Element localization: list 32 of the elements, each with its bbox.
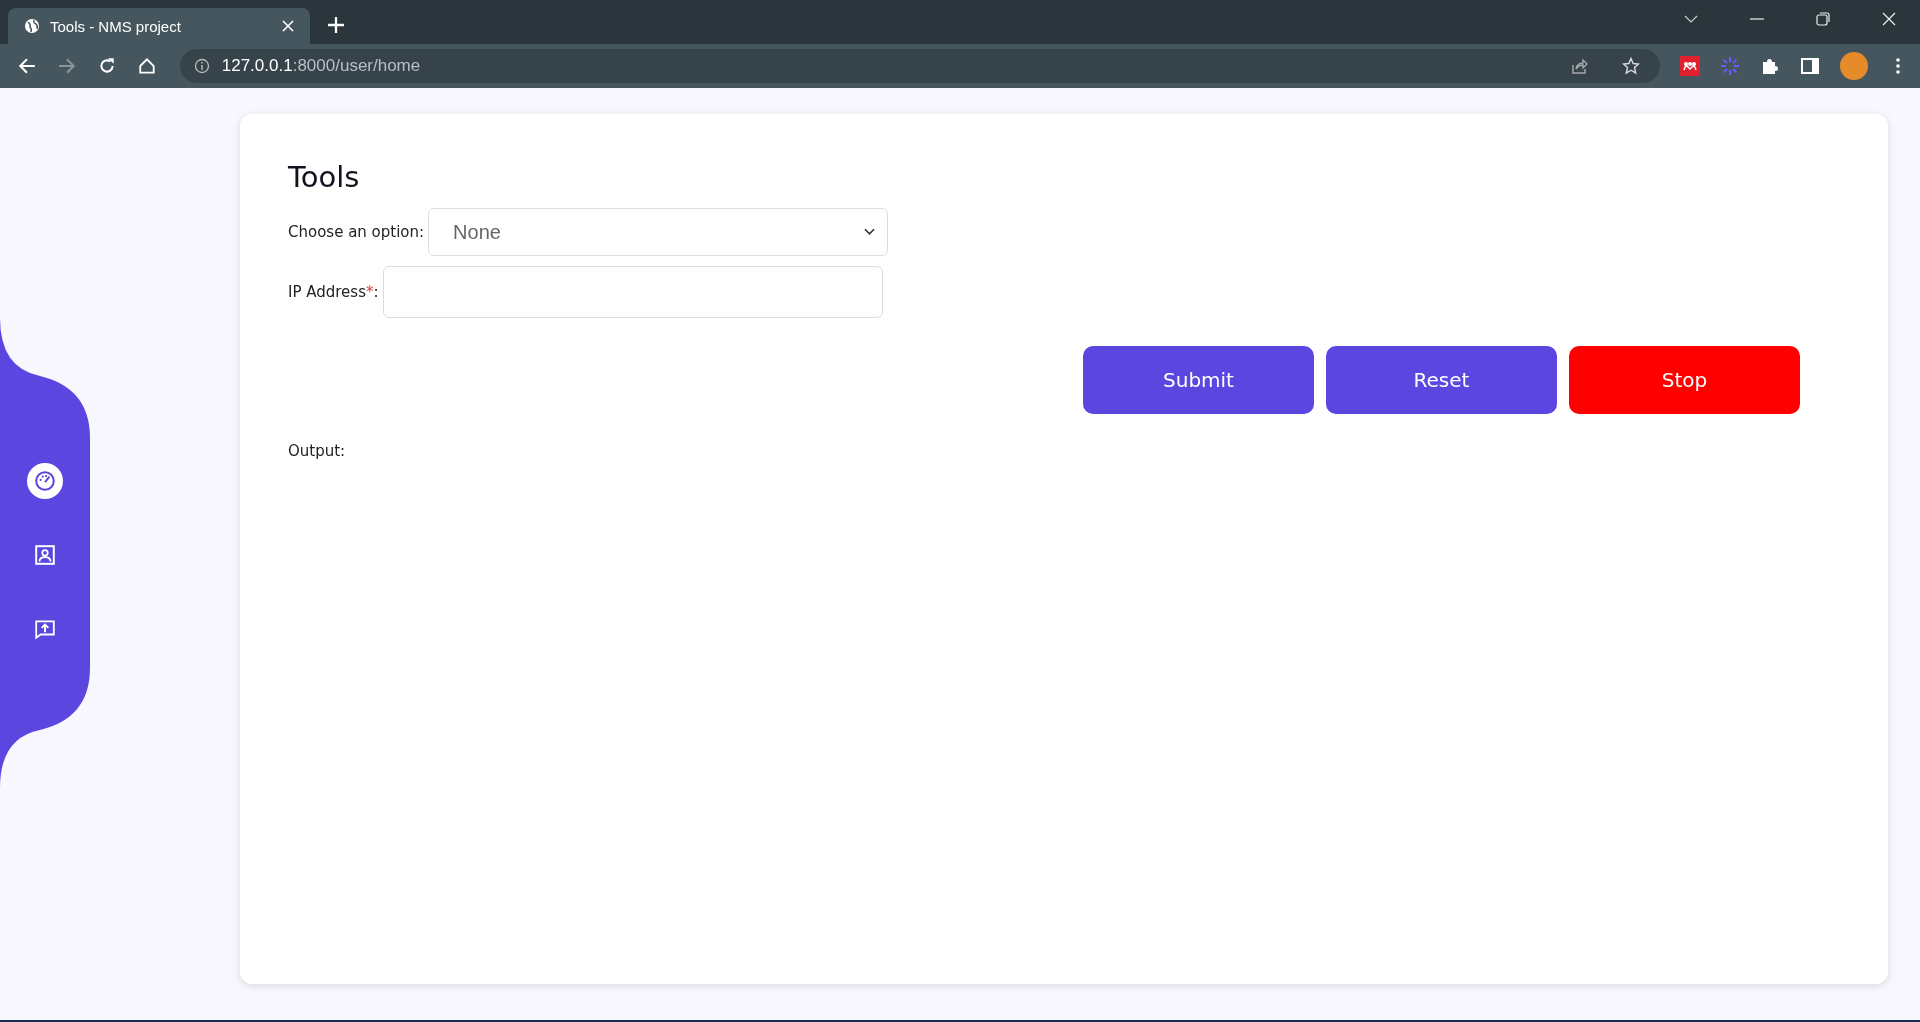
option-dropdown[interactable]: None — [428, 208, 889, 256]
tab-title: Tools - NMS project — [50, 17, 182, 35]
close-icon[interactable] — [1882, 12, 1896, 26]
option-label: Choose an option: — [288, 223, 425, 241]
person-card-icon — [34, 544, 56, 566]
back-icon[interactable] — [18, 57, 36, 75]
share-icon[interactable] — [1570, 57, 1589, 75]
star-icon[interactable] — [1622, 57, 1641, 75]
avatar[interactable] — [1840, 52, 1869, 80]
puzzle-icon[interactable] — [1760, 56, 1781, 76]
page-title: Tools — [288, 160, 361, 194]
output-label: Output: — [288, 442, 347, 460]
side-panel-icon[interactable] — [1800, 56, 1821, 76]
extension-icon[interactable] — [1680, 56, 1701, 76]
url-text: 127.0.0.1:8000/user/home — [221, 56, 421, 76]
new-tab-icon[interactable] — [328, 17, 344, 33]
action-button[interactable]: Submit — [1083, 346, 1314, 414]
globe-icon — [24, 18, 40, 34]
action-button[interactable]: Stop — [1569, 346, 1800, 414]
upload-message-icon — [34, 618, 56, 640]
action-button[interactable]: Reset — [1326, 346, 1557, 414]
restore-icon[interactable] — [1816, 12, 1830, 26]
ip-address-field[interactable] — [382, 266, 883, 318]
gauge-icon — [34, 470, 56, 492]
chevron-down-icon — [864, 228, 876, 236]
reload-icon[interactable] — [97, 57, 116, 75]
home-icon[interactable] — [137, 57, 156, 75]
ip-address-label: IP Address*: — [288, 283, 379, 301]
info-icon[interactable] — [193, 58, 210, 74]
address-bar[interactable]: 127.0.0.1:8000/user/home — [179, 49, 1661, 83]
forward-icon[interactable] — [57, 57, 76, 75]
browser-tab[interactable]: Tools - NMS project — [8, 8, 310, 44]
